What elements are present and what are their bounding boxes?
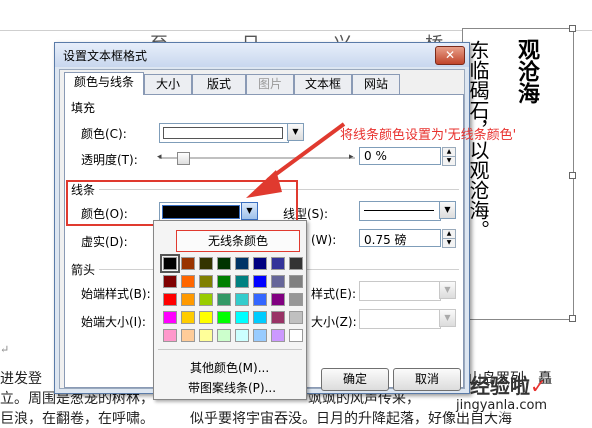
color-swatch[interactable] [199,275,213,288]
color-swatch[interactable] [163,311,177,324]
color-swatch[interactable] [235,293,249,306]
color-swatch[interactable] [217,293,231,306]
spin-down-icon[interactable]: ▼ [442,238,456,248]
end-size-label: 大小(Z): [311,315,357,329]
fill-color-label: 颜色(C): [81,127,127,141]
more-colors-option[interactable]: 其他颜色(M)... [190,359,269,376]
ok-button[interactable]: 确定 [321,368,389,391]
end-style-dropdown-button: ▼ [439,281,456,299]
color-swatch[interactable] [253,257,267,270]
paragraph-mark: ↵ [0,343,10,356]
color-swatch[interactable] [253,275,267,288]
spin-down-icon[interactable]: ▼ [442,156,456,166]
popup-divider [158,349,302,350]
color-swatch[interactable] [235,329,249,342]
slider-thumb[interactable] [177,152,190,165]
document-line-1-start: 进发登 [0,371,42,387]
dropdown-arrow-icon: ▼ [444,205,451,214]
watermark-url: jingyanla.com [456,398,548,413]
tab-picture: 图片 [246,74,294,94]
color-swatch[interactable] [199,293,213,306]
dash-label: 虚实(D): [81,235,128,249]
resize-handle[interactable] [569,172,576,179]
color-swatch[interactable] [163,329,177,342]
color-swatch[interactable] [235,275,249,288]
patterned-lines-option[interactable]: 带图案线条(P)... [188,379,276,396]
annotation-text: 将线条颜色设置为'无线条颜色' [340,128,517,143]
end-style-label: 样式(E): [311,287,356,301]
color-swatch[interactable] [271,275,285,288]
color-swatch[interactable] [289,275,303,288]
end-style-dropdown [359,281,441,301]
resize-handle[interactable] [569,315,576,322]
color-swatch[interactable] [199,311,213,324]
color-swatch[interactable] [235,257,249,270]
color-swatch-grid [159,254,305,347]
color-swatch[interactable] [217,311,231,324]
fill-section-label: 填充 [71,101,96,115]
color-swatch[interactable] [289,329,303,342]
dialog-titlebar[interactable]: 设置文本框格式 ✕ [55,43,469,67]
end-size-dropdown-button: ▼ [439,309,456,327]
color-swatch[interactable] [289,257,303,270]
color-swatch[interactable] [271,311,285,324]
color-swatch[interactable] [181,275,195,288]
color-swatch[interactable] [181,257,195,270]
weight-label: (W): [311,233,337,247]
dropdown-arrow-icon: ▼ [444,313,451,322]
color-swatch[interactable] [217,257,231,270]
color-swatch[interactable] [217,329,231,342]
color-swatch[interactable] [199,257,213,270]
color-swatch[interactable] [181,293,195,306]
tab-textbox[interactable]: 文本框 [294,74,352,94]
line-style-dropdown[interactable] [359,201,441,221]
dialog-title: 设置文本框格式 [63,49,148,63]
annotation-arrow [246,122,346,198]
color-swatch[interactable] [289,293,303,306]
transparency-label: 透明度(T): [81,153,138,167]
color-swatch[interactable] [271,293,285,306]
line-style-preview [364,210,434,211]
tab-colors-lines[interactable]: 颜色与线条 [64,72,144,95]
weight-input[interactable]: 0.75 磅 [359,229,441,247]
begin-style-label: 始端样式(B): [81,287,151,301]
close-icon: ✕ [444,48,456,62]
begin-size-label: 始端大小(I): [81,315,146,329]
color-swatch[interactable] [253,311,267,324]
tab-layout[interactable]: 版式 [192,74,246,94]
color-swatch[interactable] [181,329,195,342]
poem-title: 观沧海 [514,38,540,104]
color-swatch[interactable] [289,311,303,324]
color-swatch[interactable] [181,311,195,324]
transparency-input[interactable]: 0 % [359,147,441,165]
color-swatch[interactable] [253,329,267,342]
watermark-text: 经验啦✓ [470,374,547,398]
close-button[interactable]: ✕ [435,46,465,65]
color-picker-popup: 无线条颜色 其他颜色(M)... 带图案线条(P)... [153,220,307,400]
tab-size[interactable]: 大小 [144,74,192,94]
cancel-button[interactable]: 取消 [393,368,461,391]
slider-left-arrow-icon[interactable]: ◂ [157,152,162,162]
color-swatch[interactable] [235,311,249,324]
color-swatch[interactable] [271,257,285,270]
color-swatch[interactable] [163,275,177,288]
tab-web[interactable]: 网站 [352,74,400,94]
dropdown-arrow-icon: ▼ [444,285,451,294]
document-line-3-start: 巨浪，在翻卷，在呼啸。 [0,411,154,427]
arrows-section-label: 箭头 [71,263,96,277]
color-swatch[interactable] [160,254,180,273]
end-size-dropdown [359,309,441,329]
color-swatch[interactable] [217,275,231,288]
color-swatch[interactable] [271,329,285,342]
color-swatch[interactable] [163,293,177,306]
color-swatch[interactable] [199,329,213,342]
line-style-dropdown-button[interactable]: ▼ [439,201,456,219]
resize-handle[interactable] [569,25,576,32]
no-line-color-option[interactable]: 无线条颜色 [176,230,300,252]
color-swatch[interactable] [253,293,267,306]
